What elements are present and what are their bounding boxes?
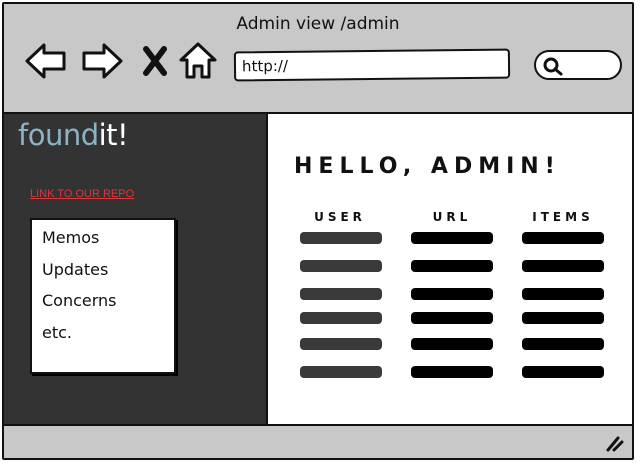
back-arrow-icon[interactable] bbox=[24, 40, 68, 82]
table-cell-placeholder bbox=[411, 312, 493, 324]
table-cell-placeholder bbox=[522, 260, 604, 272]
home-icon[interactable] bbox=[178, 40, 218, 82]
page-title: HELLO, ADMIN! bbox=[294, 154, 561, 179]
menu-item-etc[interactable]: etc. bbox=[42, 323, 72, 342]
menu-item-updates[interactable]: Updates bbox=[42, 260, 108, 279]
table-cell-placeholder bbox=[411, 338, 493, 350]
table-cell-placeholder bbox=[411, 232, 493, 244]
logo-found-text: found bbox=[18, 118, 99, 152]
table-cell-placeholder bbox=[300, 232, 382, 244]
app-logo[interactable]: foundit! bbox=[18, 118, 129, 152]
window-title: Admin view /admin bbox=[236, 14, 400, 34]
table-cell-placeholder bbox=[522, 232, 604, 244]
forward-arrow-icon[interactable] bbox=[80, 40, 124, 82]
table-cell-placeholder bbox=[522, 288, 604, 300]
close-icon[interactable] bbox=[140, 44, 170, 78]
column-header-user: USER bbox=[314, 210, 366, 224]
table-cell-placeholder bbox=[411, 288, 493, 300]
table-cell-placeholder bbox=[522, 366, 604, 378]
table-cell-placeholder bbox=[411, 366, 493, 378]
main-content: HELLO, ADMIN! USER URL ITEMS bbox=[266, 114, 632, 424]
sidebar-menu: Memos Updates Concerns etc. bbox=[30, 218, 176, 374]
resize-grip-icon[interactable] bbox=[604, 434, 624, 452]
column-header-items: ITEMS bbox=[532, 210, 594, 224]
menu-item-memos[interactable]: Memos bbox=[42, 228, 99, 247]
table-cell-placeholder bbox=[300, 312, 382, 324]
table-cell-placeholder bbox=[300, 288, 382, 300]
table-cell-placeholder bbox=[300, 366, 382, 378]
table-cell-placeholder bbox=[411, 260, 493, 272]
browser-window: Admin view /admin http:// foundit! LINK … bbox=[2, 2, 634, 460]
sidebar: foundit! LINK TO OUR REPO Memos Updates … bbox=[4, 114, 266, 424]
search-input[interactable] bbox=[534, 50, 622, 80]
logo-it-text: it! bbox=[98, 118, 129, 152]
table-cell-placeholder bbox=[300, 260, 382, 272]
table-cell-placeholder bbox=[522, 338, 604, 350]
table-cell-placeholder bbox=[522, 312, 604, 324]
repo-link[interactable]: LINK TO OUR REPO bbox=[30, 188, 134, 200]
column-header-url: URL bbox=[432, 210, 472, 224]
status-bar bbox=[4, 424, 632, 458]
menu-item-concerns[interactable]: Concerns bbox=[42, 291, 117, 310]
url-input[interactable]: http:// bbox=[233, 48, 511, 82]
table-cell-placeholder bbox=[300, 338, 382, 350]
search-icon bbox=[543, 57, 563, 76]
browser-toolbar: Admin view /admin http:// bbox=[4, 4, 632, 114]
